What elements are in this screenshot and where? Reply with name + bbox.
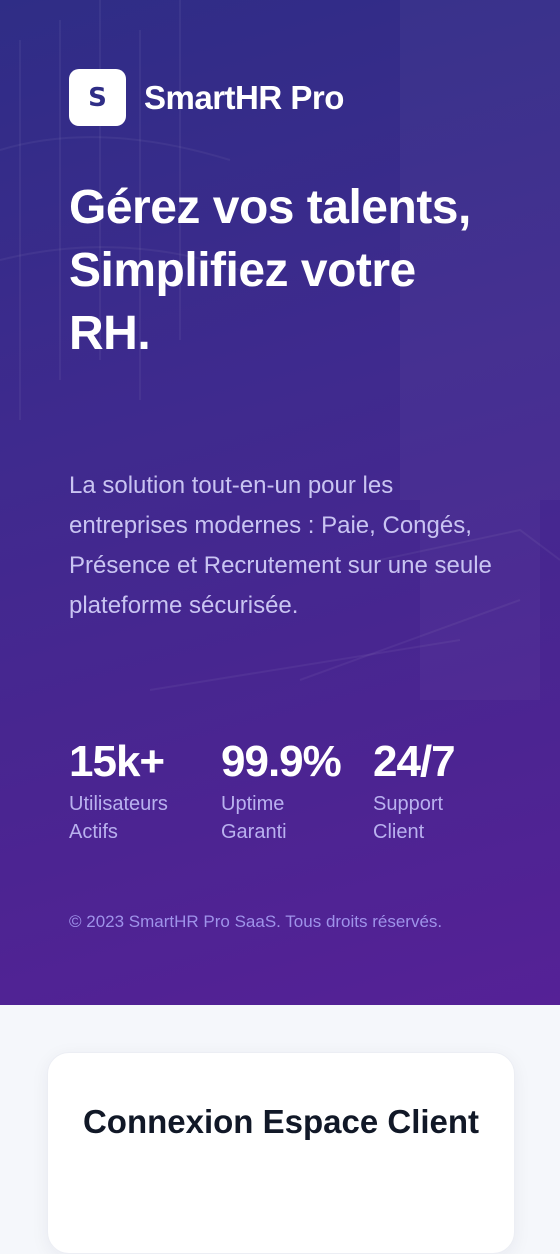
brand-logo: S xyxy=(69,69,126,126)
hero-subtitle: La solution tout-en-un pour les entrepri… xyxy=(69,472,492,619)
login-card: Connexion Espace Client xyxy=(47,1052,515,1254)
stat-value: 24/7 xyxy=(373,737,456,786)
stat-uptime: 99.9% Uptime Garanti xyxy=(221,734,373,846)
stat-value: 99.9% xyxy=(221,737,342,786)
hero-panel: S SmartHR Pro Gérez vos talents, Simplif… xyxy=(0,0,560,1005)
stats-row: 15k+ Utilisateurs Actifs 99.9% Uptime Ga… xyxy=(69,734,525,846)
stat-value: 15k+ xyxy=(69,737,165,786)
brand-name: SmartHR Pro xyxy=(144,78,344,116)
login-card-title: Connexion Espace Client xyxy=(82,1103,480,1140)
stat-label: Utilisateurs Actifs xyxy=(69,793,168,843)
stat-support: 24/7 Support Client xyxy=(373,734,525,846)
copyright-text: © 2023 SmartHR Pro SaaS. Tous droits rés… xyxy=(69,912,443,931)
stat-label: Uptime Garanti xyxy=(221,793,287,843)
stat-users: 15k+ Utilisateurs Actifs xyxy=(69,734,221,846)
brand: S SmartHR Pro xyxy=(69,69,344,126)
hero-headline: Gérez vos talents, Simplifiez votre RH. xyxy=(69,181,471,360)
stat-label: Support Client xyxy=(373,793,444,843)
